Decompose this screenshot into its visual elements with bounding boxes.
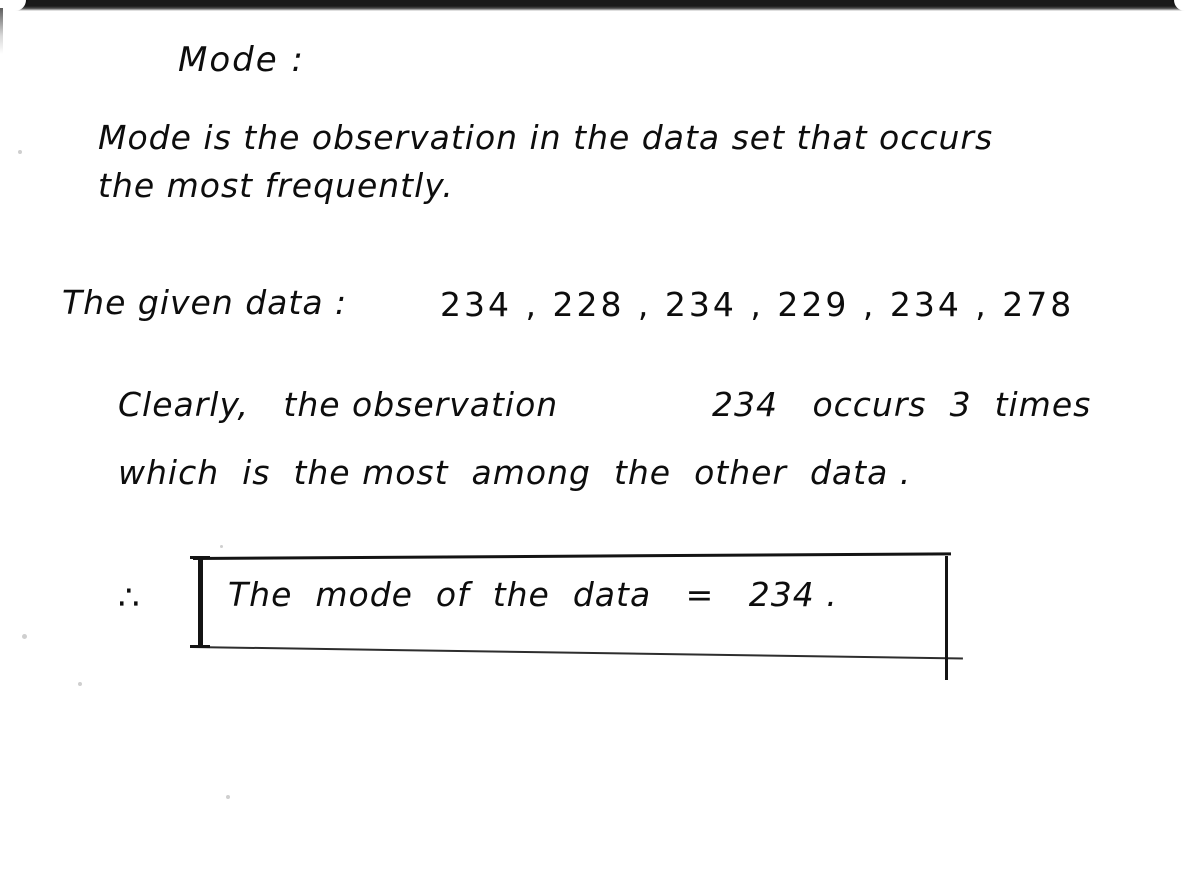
- given-data-values: 234 , 228 , 234 , 229 , 234 , 278: [440, 285, 1075, 324]
- reasoning-line-1-left: Clearly, the observation: [118, 385, 559, 424]
- answer-box-left-edge: [198, 556, 203, 648]
- handwritten-note-page: Mode : Mode is the observation in the da…: [0, 0, 1200, 877]
- reasoning-line-2: which is the most among the other data .: [118, 453, 912, 492]
- boxed-conclusion: The mode of the data = 234 .: [228, 575, 838, 614]
- paper-speck: [22, 634, 27, 639]
- answer-box-left-cap-top: [190, 556, 210, 559]
- answer-box-left-cap-bottom: [190, 645, 210, 648]
- definition-line-2: the most frequently.: [98, 166, 454, 205]
- scan-edge-top: [0, 0, 1200, 11]
- definition-line-1: Mode is the observation in the data set …: [98, 118, 994, 157]
- therefore-symbol: ∴: [118, 578, 141, 618]
- paper-speck: [78, 682, 82, 686]
- reasoning-line-1-right: 234 occurs 3 times: [712, 385, 1092, 424]
- answer-box-bottom-edge: [190, 646, 963, 660]
- answer-box-top-edge: [192, 552, 951, 560]
- answer-box-right-edge: [945, 556, 948, 680]
- paper-speck: [220, 545, 223, 548]
- paper-speck: [18, 150, 22, 154]
- paper-speck: [226, 795, 230, 799]
- given-data-label: The given data :: [62, 283, 348, 322]
- answer-box: [185, 548, 963, 683]
- note-title: Mode :: [178, 40, 305, 80]
- scan-edge-left: [0, 8, 3, 54]
